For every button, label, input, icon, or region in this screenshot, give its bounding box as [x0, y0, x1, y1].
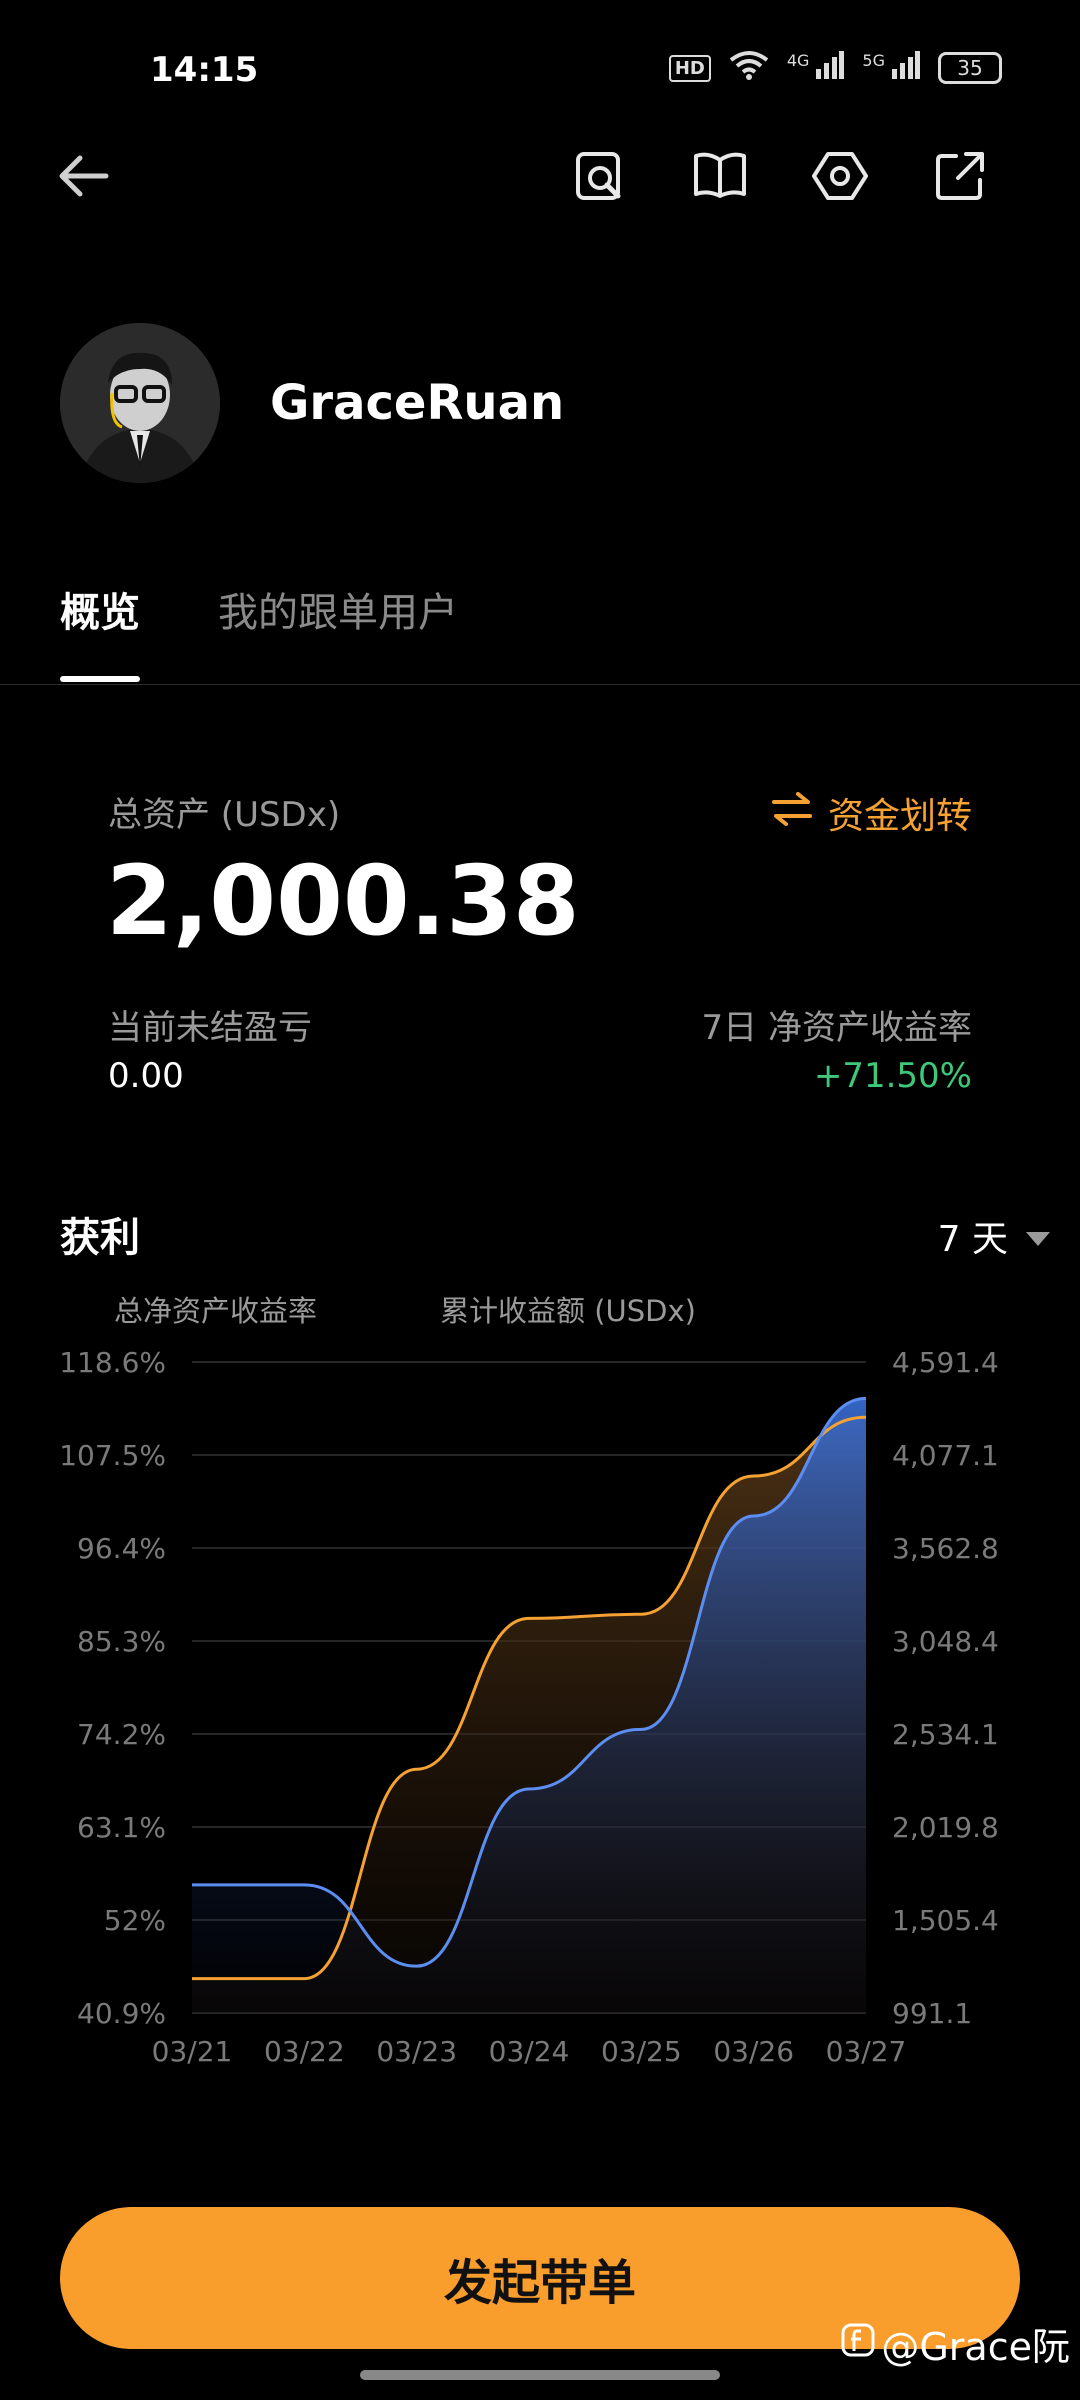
wifi-icon: [729, 50, 769, 86]
top-bar: [0, 140, 1080, 200]
profit-chart: 118.6% 107.5% 96.4% 85.3% 74.2% 63.1% 52% 40.9%…: [59, 1346, 999, 2068]
back-arrow-icon[interactable]: [52, 144, 116, 208]
y-left-tick-label: 63.1%: [77, 1811, 166, 1844]
y-right-tick-label: 4,077.1: [892, 1439, 999, 1472]
status-time: 14:15: [150, 50, 259, 90]
x-tick-label: 03/26: [713, 2035, 794, 2068]
x-tick-label: 03/22: [264, 2035, 345, 2068]
username: GraceRuan: [270, 375, 565, 431]
y-left-tick-label: 52%: [104, 1904, 166, 1937]
chart-y-left-axis: 118.6% 107.5% 96.4% 85.3% 74.2% 63.1% 52% 40.9%: [59, 1346, 166, 2030]
net2-label: 5G: [862, 51, 885, 70]
chart-x-axis: 03/21 03/22 03/23 03/24 03/25 03/26 03/27: [152, 2035, 907, 2068]
transfer-icon: [771, 791, 812, 835]
hd-icon: HD: [668, 54, 711, 82]
y-left-tick-label: 40.9%: [77, 1997, 166, 2030]
period-selector[interactable]: 7 天: [938, 1210, 1050, 1262]
transfer-button[interactable]: 资金划转: [771, 787, 972, 839]
x-tick-label: 03/27: [826, 2035, 907, 2068]
watermark-text: @Grace阮: [881, 2325, 1070, 2369]
y-right-tick-label: 1,505.4: [892, 1904, 999, 1937]
tab-overview[interactable]: 概览: [60, 580, 140, 682]
chart-y-right-axis: 4,591.4 4,077.1 3,562.8 3,048.4 2,534.1 2,019…: [892, 1346, 999, 2030]
legend-roi: 总净资产收益率: [114, 1294, 318, 1328]
y-right-tick-label: 2,019.8: [892, 1811, 999, 1844]
x-tick-label: 03/21: [152, 2035, 233, 2068]
signal-4g-icon: 4G: [787, 51, 845, 85]
profit-title: 获利: [60, 1215, 140, 1261]
y-right-tick-label: 3,048.4: [892, 1625, 999, 1658]
y-right-tick-label: 3,562.8: [892, 1532, 999, 1565]
x-tick-label: 03/24: [489, 2035, 570, 2068]
battery-icon: 35: [938, 52, 1002, 84]
y-left-tick-label: 118.6%: [59, 1346, 166, 1379]
tab-my-followers[interactable]: 我的跟单用户: [218, 580, 458, 638]
settings-hex-icon[interactable]: [808, 144, 872, 208]
unrealized-pnl-label: 当前未结盈亏: [108, 1008, 312, 1048]
total-assets-value: 2,000.38: [106, 845, 580, 957]
x-tick-label: 03/23: [376, 2035, 457, 2068]
y-right-tick-label: 2,534.1: [892, 1718, 999, 1751]
book-icon[interactable]: [688, 144, 752, 208]
search-document-icon[interactable]: [568, 144, 632, 208]
x-tick-label: 03/25: [601, 2035, 682, 2068]
y-right-tick-label: 991.1: [892, 1997, 972, 2030]
roi-7d-label: 7日 净资产收益率: [701, 1008, 972, 1048]
period-label: 7 天: [937, 1219, 1008, 1260]
unrealized-pnl-value: 0.00: [108, 1056, 184, 1096]
status-bar: 14:15 HD 4G 5G 35: [0, 0, 1080, 140]
roi-7d-value: +71.50%: [813, 1056, 972, 1096]
caret-down-icon: [1026, 1216, 1050, 1257]
platform-logo-icon: [841, 2322, 875, 2366]
total-assets-label: 总资产 (USDx): [108, 795, 341, 835]
y-left-tick-label: 96.4%: [77, 1532, 166, 1565]
watermark: @Grace阮: [841, 2316, 1070, 2371]
y-left-tick-label: 107.5%: [59, 1439, 166, 1472]
y-right-tick-label: 4,591.4: [892, 1346, 999, 1379]
status-icons: HD 4G 5G 35: [668, 50, 1002, 86]
legend-cumulative: 累计收益额 (USDx): [440, 1294, 696, 1328]
y-left-tick-label: 85.3%: [77, 1625, 166, 1658]
share-icon[interactable]: [928, 144, 992, 208]
y-left-tick-label: 74.2%: [77, 1718, 166, 1751]
signal-5g-icon: 5G: [862, 51, 920, 85]
avatar[interactable]: [60, 323, 220, 483]
home-indicator: [360, 2370, 720, 2380]
net1-label: 4G: [786, 51, 810, 70]
tab-bar: 概览 我的跟单用户: [0, 580, 1080, 685]
transfer-label: 资金划转: [827, 796, 972, 837]
